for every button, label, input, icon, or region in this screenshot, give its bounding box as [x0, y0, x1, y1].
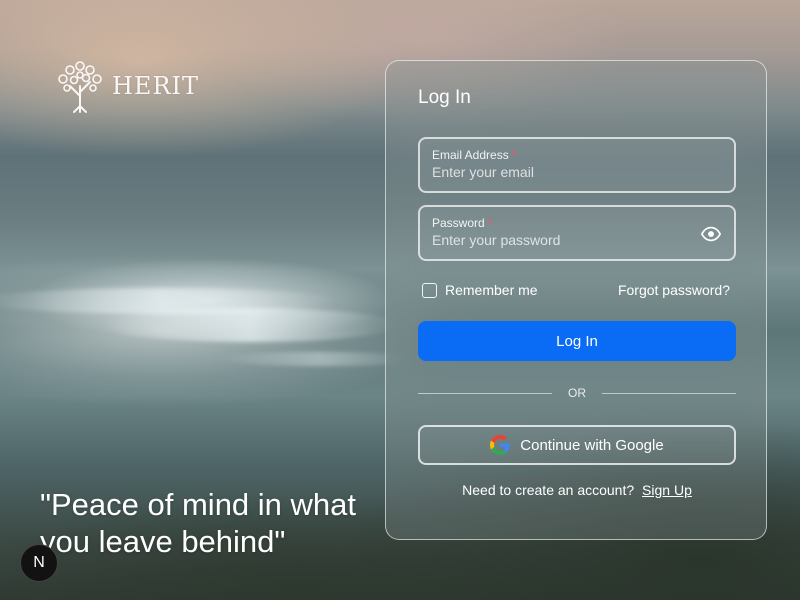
brand-logo[interactable]: HERIT — [52, 58, 199, 114]
password-label: Password * — [432, 216, 493, 230]
password-input[interactable] — [432, 232, 682, 248]
divider-text: OR — [568, 386, 586, 400]
google-signin-button[interactable]: Continue with Google — [418, 425, 736, 465]
email-field[interactable]: Email Address * — [418, 137, 736, 193]
remember-me[interactable]: Remember me — [422, 282, 538, 298]
login-card: Log In Email Address* Password* Remember… — [385, 60, 767, 540]
email-input[interactable] — [432, 164, 682, 180]
remember-label: Remember me — [445, 282, 538, 298]
eye-icon[interactable] — [700, 223, 722, 245]
signup-link[interactable]: Sign Up — [642, 482, 692, 498]
divider-line — [418, 392, 552, 394]
login-title: Log In — [418, 87, 471, 108]
wave-crest — [100, 308, 400, 342]
required-mark: * — [511, 148, 517, 162]
hero-quote: "Peace of mind in what you leave behind" — [40, 487, 357, 559]
forgot-password-link[interactable]: Forgot password? — [618, 282, 730, 298]
next-dev-badge[interactable]: N — [20, 544, 58, 582]
login-page: HERIT "Peace of mind in what you leave b… — [0, 0, 800, 600]
google-icon — [490, 435, 510, 455]
brand-name: HERIT — [112, 72, 200, 100]
remember-checkbox[interactable] — [422, 282, 437, 298]
password-field[interactable]: Password * — [418, 205, 736, 261]
required-mark: * — [487, 216, 493, 230]
email-label: Email Address * — [432, 148, 517, 162]
or-divider: OR — [418, 385, 736, 401]
signup-prompt: Need to create an account? — [462, 482, 635, 498]
tree-icon — [58, 61, 102, 113]
divider-line — [602, 392, 736, 394]
signup-row: Need to create an account? Sign Up — [386, 482, 768, 498]
google-button-label: Continue with Google — [520, 436, 664, 454]
login-button[interactable]: Log In — [418, 321, 736, 361]
